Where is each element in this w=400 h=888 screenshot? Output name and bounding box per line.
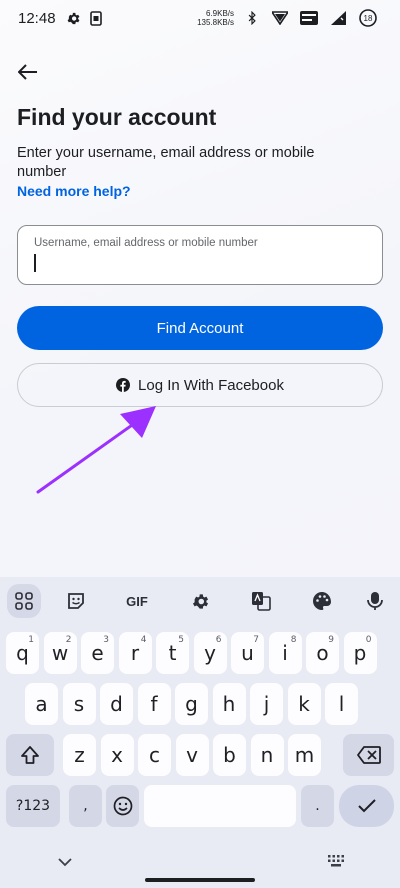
key-label: q [16,641,29,665]
key-t[interactable]: t5 [156,632,189,674]
key-hint-7: 7 [253,635,259,645]
backspace-key[interactable] [343,734,394,776]
key-b[interactable]: b [213,734,246,776]
key-a[interactable]: a [25,683,58,725]
key-label: y [204,641,216,665]
key-z[interactable]: z [63,734,96,776]
text-caret [34,254,36,272]
palette-icon[interactable] [305,584,339,618]
chevron-down-icon[interactable] [58,857,72,867]
key-hint-8: 8 [290,635,297,645]
apps-grid-icon[interactable] [7,584,41,618]
key-hint-0: 0 [365,635,372,645]
gear-icon [66,10,82,26]
page-subtitle: Enter your username, email address or mo… [17,145,315,180]
key-p[interactable]: p0 [343,632,377,674]
key-k[interactable]: k [287,683,321,725]
key-l[interactable]: l [325,683,358,725]
key-hint-6: 6 [215,635,222,645]
key-r[interactable]: r4 [118,632,152,674]
shift-key[interactable] [6,734,54,776]
key-label: e [91,641,104,665]
battery-icon: 18 [358,8,378,28]
sticker-icon[interactable] [59,584,93,618]
key-e[interactable]: e3 [81,632,114,674]
signal-icon [330,10,346,26]
key-label: t [168,641,177,665]
status-time: 12:48 [18,9,56,27]
emoji-key[interactable] [106,785,139,827]
period-key[interactable]: . [301,785,334,827]
find-account-button[interactable]: Find Account [17,306,383,350]
emoji-icon [113,796,132,816]
key-u[interactable]: u7 [231,632,264,674]
key-x[interactable]: x [100,734,134,776]
network-speed: 6.9KB/s 135.8KB/s [197,9,234,27]
key-label: o [316,641,329,665]
key-d[interactable]: d [100,683,133,725]
key-n[interactable]: n [250,734,284,776]
key-hint-5: 5 [178,635,184,645]
mic-icon[interactable] [358,584,392,618]
login-with-facebook-label: Log In With Facebook [138,376,284,394]
key-label: p [353,641,367,665]
bluetooth-icon [244,10,260,26]
key-o[interactable]: o9 [306,632,339,674]
status-bar: 12:48 6.9KB/s 135.8KB/s 18 [0,0,400,36]
enter-key[interactable] [339,785,394,827]
home-gesture-handle[interactable] [145,878,255,882]
keyboard: GIF q1w2e3r4t5y6u7i8o9p0asdfghjklzxcvbnm… [0,577,400,888]
key-m[interactable]: m [288,734,321,776]
key-f[interactable]: f [137,683,171,725]
comma-key[interactable]: , [69,785,102,827]
backspace-icon [356,746,381,764]
settings-icon[interactable] [183,584,217,618]
key-s[interactable]: s [62,683,96,725]
key-hint-2: 2 [65,635,72,645]
space-bar[interactable] [144,785,296,827]
key-g[interactable]: g [175,683,208,725]
key-label: u [241,641,254,665]
key-j[interactable]: j [250,683,283,725]
keyboard-switch-icon[interactable] [328,855,344,867]
arrow-left-icon [18,64,37,80]
key-h[interactable]: h [212,683,246,725]
volte-icon [300,10,318,26]
gif-button[interactable]: GIF [120,584,154,618]
checkmark-icon [357,799,376,813]
page-title: Find your account [17,104,217,130]
shift-icon [21,746,39,764]
key-y[interactable]: y6 [193,632,227,674]
symbols-key[interactable]: ?123 [6,785,60,827]
key-w[interactable]: w2 [43,632,77,674]
key-label: i [282,641,288,665]
key-label: r [130,641,140,665]
facebook-icon [116,378,131,392]
key-hint-3: 3 [103,635,109,645]
username-input[interactable]: Username, email address or mobile number [17,225,383,285]
key-i[interactable]: i8 [268,632,302,674]
key-hint-1: 1 [28,635,34,645]
translate-icon[interactable] [244,584,278,618]
username-input-label: Username, email address or mobile number [34,237,258,249]
key-q[interactable]: q1 [6,632,39,674]
key-hint-9: 9 [328,635,334,645]
key-c[interactable]: c [138,734,171,776]
key-v[interactable]: v [175,734,209,776]
annotation-arrow-icon [36,406,156,494]
need-more-help-link[interactable]: Need more help? [17,183,131,199]
navigation-bar [0,849,400,888]
key-hint-4: 4 [140,635,147,645]
keyboard-toolbar: GIF [0,577,400,623]
wifi-icon [272,10,288,26]
back-button[interactable] [14,58,42,86]
sim-icon [88,10,104,26]
